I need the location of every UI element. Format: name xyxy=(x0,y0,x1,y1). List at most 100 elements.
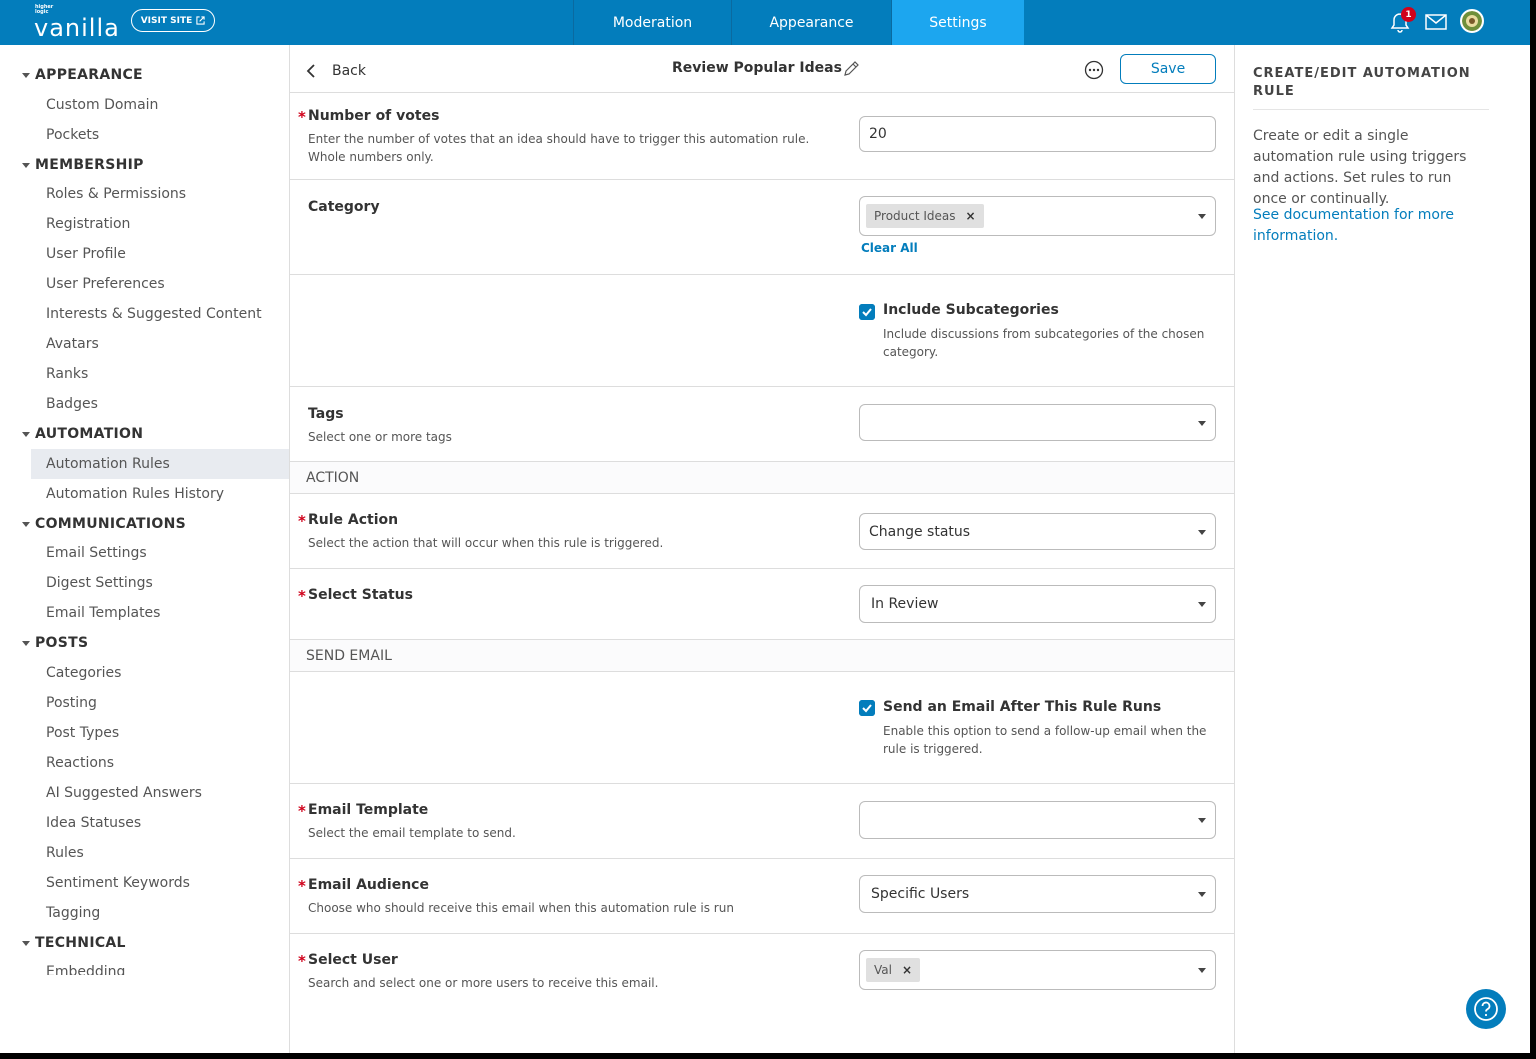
notification-badge: 1 xyxy=(1401,7,1416,22)
tags-select[interactable] xyxy=(859,404,1216,441)
chevron-down-icon[interactable] xyxy=(1198,818,1206,823)
sidebar-item-categories[interactable]: Categories xyxy=(31,658,289,688)
chevron-down-icon[interactable] xyxy=(1198,214,1206,219)
rule-title: Review Popular Ideas xyxy=(672,60,842,76)
visit-site-button[interactable]: VISIT SITE xyxy=(131,9,215,32)
tags-label: Tags xyxy=(308,406,344,422)
email-audience-value: Specific Users xyxy=(871,886,970,902)
rule-action-description: Select the action that will occur when t… xyxy=(308,536,664,550)
chevron-down-icon[interactable] xyxy=(1198,420,1206,426)
subcategories-label[interactable]: Include Subcategories xyxy=(883,302,1059,318)
token-label: Val xyxy=(874,963,892,977)
sidebar-item-rules[interactable]: Rules xyxy=(31,838,289,868)
save-button[interactable]: Save xyxy=(1120,54,1216,84)
sidebar-section-posts[interactable]: POSTS xyxy=(22,635,88,651)
category-label: Category xyxy=(308,199,380,215)
sidebar-item-badges[interactable]: Badges xyxy=(31,389,289,419)
top-icons: 1 xyxy=(1388,7,1484,34)
mail-icon[interactable] xyxy=(1425,14,1447,30)
sidebar-item-email-templates[interactable]: Email Templates xyxy=(31,598,289,628)
email-template-label: Email Template xyxy=(308,802,429,818)
sidebar-item-post-types[interactable]: Post Types xyxy=(31,718,289,748)
sidebar-item-sentiment-keywords[interactable]: Sentiment Keywords xyxy=(31,868,289,898)
sidebar-item-roles-permissions[interactable]: Roles & Permissions xyxy=(31,179,289,209)
send-email-checkbox[interactable] xyxy=(859,700,875,716)
sidebar-item-email-settings[interactable]: Email Settings xyxy=(31,538,289,568)
tab-settings[interactable]: Settings xyxy=(891,0,1024,45)
sidebar-item-automation-rules-history[interactable]: Automation Rules History xyxy=(31,479,289,509)
sidebar-section-technical[interactable]: TECHNICAL xyxy=(22,935,126,951)
required-marker: * xyxy=(298,952,306,970)
user-select[interactable]: Val × xyxy=(859,950,1216,990)
visit-site-label: VISIT SITE xyxy=(140,15,193,26)
pencil-icon[interactable] xyxy=(842,60,860,78)
rule-action-value: Change status xyxy=(869,523,971,540)
required-marker: * xyxy=(298,108,306,126)
rule-action-row: * Rule Action Select the action that wil… xyxy=(290,493,1234,569)
section-title: MEMBERSHIP xyxy=(35,157,144,173)
send-email-label[interactable]: Send an Email After This Rule Runs xyxy=(883,699,1161,715)
required-marker: * xyxy=(298,802,306,820)
email-template-row: * Email Template Select the email templa… xyxy=(290,783,1234,859)
notifications-button[interactable]: 1 xyxy=(1388,7,1416,34)
email-audience-select[interactable]: Specific Users xyxy=(859,875,1216,913)
sidebar-section-communications[interactable]: COMMUNICATIONS xyxy=(22,516,186,532)
sidebar-section-appearance[interactable]: APPEARANCE xyxy=(22,67,143,83)
caret-down-icon xyxy=(22,162,30,168)
sidebar-item-avatars[interactable]: Avatars xyxy=(31,329,289,359)
sidebar-section-automation[interactable]: AUTOMATION xyxy=(22,426,143,442)
sidebar-item-user-profile[interactable]: User Profile xyxy=(31,239,289,269)
avatar-image-icon xyxy=(1462,11,1482,31)
status-select[interactable]: In Review xyxy=(859,585,1216,623)
remove-token-icon[interactable]: × xyxy=(902,963,912,977)
sidebar-item-ai-suggested-answers[interactable]: AI Suggested Answers xyxy=(31,778,289,808)
help-button[interactable] xyxy=(1466,989,1506,1029)
back-button[interactable]: Back xyxy=(304,63,366,79)
tags-row: Tags Select one or more tags xyxy=(290,386,1234,462)
top-nav: Moderation Appearance Settings xyxy=(573,0,1024,45)
sidebar-item-embedding[interactable]: Embedding xyxy=(31,957,289,975)
votes-input[interactable]: 20 xyxy=(859,116,1216,152)
tab-moderation[interactable]: Moderation xyxy=(573,0,731,45)
sidebar-item-digest-settings[interactable]: Digest Settings xyxy=(31,568,289,598)
chevron-down-icon[interactable] xyxy=(1198,968,1206,973)
right-panel-divider xyxy=(1234,45,1235,1053)
chevron-down-icon[interactable] xyxy=(1198,529,1206,535)
token-label: Product Ideas xyxy=(874,209,956,223)
sidebar-item-reactions[interactable]: Reactions xyxy=(31,748,289,778)
help-panel-text: Create or edit a single automation rule … xyxy=(1253,128,1467,207)
sidebar-item-posting[interactable]: Posting xyxy=(31,688,289,718)
email-audience-row: * Email Audience Choose who should recei… xyxy=(290,858,1234,934)
clear-all-link[interactable]: Clear All xyxy=(861,241,918,255)
subcategories-checkbox[interactable] xyxy=(859,304,875,320)
sidebar-item-idea-statuses[interactable]: Idea Statuses xyxy=(31,808,289,838)
sidebar-item-ranks[interactable]: Ranks xyxy=(31,359,289,389)
category-token: Product Ideas × xyxy=(866,204,984,228)
sidebar-item-custom-domain[interactable]: Custom Domain xyxy=(31,90,289,120)
chevron-down-icon[interactable] xyxy=(1198,602,1206,607)
sidebar-item-registration[interactable]: Registration xyxy=(31,209,289,239)
category-select[interactable]: Product Ideas × xyxy=(859,196,1216,236)
settings-sidebar: APPEARANCE Custom Domain Pockets MEMBERS… xyxy=(0,45,289,975)
tab-appearance[interactable]: Appearance xyxy=(731,0,891,45)
rule-action-select[interactable]: Change status xyxy=(859,513,1216,550)
sidebar-item-tagging[interactable]: Tagging xyxy=(31,898,289,928)
votes-description: Enter the number of votes that an idea s… xyxy=(308,132,810,164)
section-title: APPEARANCE xyxy=(35,67,143,83)
chevron-down-icon[interactable] xyxy=(1198,892,1206,897)
sidebar-section-membership[interactable]: MEMBERSHIP xyxy=(22,157,144,173)
remove-token-icon[interactable]: × xyxy=(966,209,976,223)
sidebar-item-interests[interactable]: Interests & Suggested Content xyxy=(31,299,289,329)
email-template-select[interactable] xyxy=(859,801,1216,839)
votes-row: * Number of votes Enter the number of vo… xyxy=(290,92,1234,180)
user-avatar[interactable] xyxy=(1460,9,1484,33)
sidebar-item-user-preferences[interactable]: User Preferences xyxy=(31,269,289,299)
documentation-link[interactable]: See documentation for more information. xyxy=(1253,205,1489,247)
sidebar-item-automation-rules[interactable]: Automation Rules xyxy=(31,449,289,479)
more-options-icon[interactable] xyxy=(1084,60,1104,80)
caret-down-icon xyxy=(22,521,30,527)
rule-editor: Back Review Popular Ideas Save * Number … xyxy=(290,45,1234,1053)
select-user-description: Search and select one or more users to r… xyxy=(308,976,659,990)
caret-down-icon xyxy=(22,940,30,946)
sidebar-item-pockets[interactable]: Pockets xyxy=(31,120,289,150)
